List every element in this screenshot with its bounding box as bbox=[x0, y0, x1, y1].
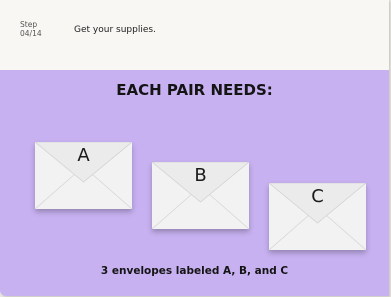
lesson-step-card: Step 04/14 Get your supplies. EACH PAIR … bbox=[0, 0, 389, 296]
step-header: Step 04/14 Get your supplies. bbox=[0, 0, 389, 70]
envelope-b: B bbox=[152, 162, 249, 229]
envelope-a: A bbox=[35, 142, 132, 209]
step-indicator: Step 04/14 bbox=[20, 20, 42, 38]
envelope-label: C bbox=[311, 186, 324, 207]
step-title: Get your supplies. bbox=[74, 25, 156, 35]
envelope-c: C bbox=[269, 183, 366, 250]
supplies-caption: 3 envelopes labeled A, B, and C bbox=[100, 265, 289, 277]
step-label: Step bbox=[20, 20, 38, 29]
supplies-heading: EACH PAIR NEEDS: bbox=[116, 81, 273, 99]
supplies-panel: EACH PAIR NEEDS: A B C 3 envelopes label… bbox=[0, 70, 389, 296]
envelope-label: A bbox=[77, 145, 90, 166]
envelope-label: B bbox=[194, 165, 207, 186]
step-counter: 04/14 bbox=[20, 29, 42, 38]
